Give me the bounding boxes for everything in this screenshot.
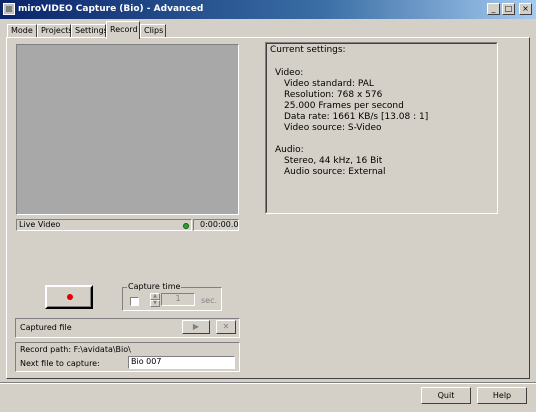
capture-time-legend: Capture time (127, 282, 182, 291)
tab-projects[interactable]: Projects (37, 24, 73, 38)
audio-format: Stereo, 44 kHz, 16 Bit (284, 156, 383, 166)
capture-time-value[interactable]: 1 (161, 293, 195, 306)
app-icon (3, 3, 15, 15)
maximize-button[interactable]: □ (502, 3, 515, 15)
tab-record[interactable]: Record (106, 21, 140, 39)
video-preview (16, 44, 239, 215)
tab-clips[interactable]: Clips (140, 24, 166, 38)
settings-heading: Current settings: (270, 45, 346, 55)
live-video-status: Live Video (16, 219, 192, 231)
next-file-input[interactable]: Bio 007 (128, 356, 235, 369)
video-heading: Video: (275, 68, 304, 78)
video-resolution: Resolution: 768 x 576 (284, 90, 383, 100)
close-button[interactable]: × (519, 3, 532, 15)
footer-divider (0, 382, 536, 384)
next-file-label: Next file to capture: (20, 359, 100, 368)
tab-settings[interactable]: Settings (71, 24, 108, 38)
record-path-label: Record path: F:\avidata\Bio\ (20, 345, 131, 354)
capture-time-checkbox[interactable] (130, 297, 139, 306)
delete-button[interactable]: ✕ (216, 320, 236, 334)
captured-file-label: Captured file (20, 323, 72, 332)
video-source: Video source: S-Video (284, 123, 382, 133)
window-title: miroVIDEO Capture (Bio) - Advanced (18, 4, 204, 14)
play-icon: ▶ (192, 322, 200, 331)
record-icon (67, 294, 73, 300)
capture-time-unit: sec. (201, 296, 218, 305)
video-datarate: Data rate: 1661 KB/s [13.08 : 1] (284, 112, 429, 122)
record-button[interactable] (45, 285, 93, 309)
audio-heading: Audio: (275, 145, 304, 155)
play-button[interactable]: ▶ (182, 320, 210, 334)
audio-source: Audio source: External (284, 167, 386, 177)
minimize-button[interactable]: _ (487, 3, 500, 15)
timecode-display: 0:00:00.00 (193, 219, 239, 231)
spin-down-icon[interactable]: ▼ (150, 300, 160, 307)
status-led-icon (183, 223, 189, 229)
delete-icon: ✕ (222, 322, 230, 331)
tab-mode[interactable]: Mode (7, 24, 37, 38)
spin-up-icon[interactable]: ▲ (150, 293, 160, 300)
video-framerate: 25.000 Frames per second (284, 101, 404, 111)
help-button[interactable]: Help (477, 387, 527, 404)
video-standard: Video standard: PAL (284, 79, 374, 89)
quit-button[interactable]: Quit (421, 387, 471, 404)
